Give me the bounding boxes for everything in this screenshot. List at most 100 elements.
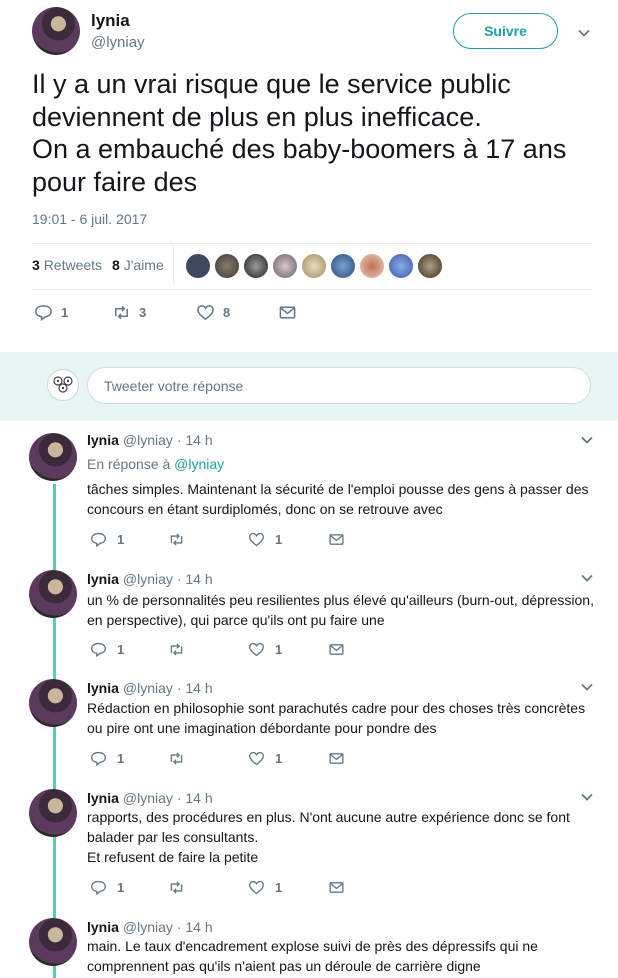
avatar[interactable] <box>360 254 384 278</box>
like-button[interactable]: 1 <box>248 641 328 658</box>
avatar[interactable] <box>29 789 77 837</box>
author-handle[interactable]: @lyniay <box>123 432 173 448</box>
heart-icon <box>197 305 214 321</box>
avatar[interactable] <box>418 254 442 278</box>
reply-header: lynia @lyniay · 14 h <box>87 432 213 448</box>
reply-time[interactable]: · 14 h <box>177 680 213 696</box>
reply-actions: 1 1 <box>90 531 345 548</box>
reply-header: lynia @lyniay · 14 h <box>87 790 213 806</box>
retweet-icon <box>115 305 128 320</box>
reply-time[interactable]: · 14 h <box>177 432 213 448</box>
author-name[interactable]: lynia <box>87 432 119 448</box>
chevron-down-icon[interactable] <box>580 680 594 694</box>
retweets-stat[interactable]: 3 Retweets <box>32 257 102 273</box>
chevron-down-icon[interactable] <box>577 26 591 40</box>
avatar[interactable] <box>29 433 77 481</box>
like-button[interactable]: 1 <box>248 531 328 548</box>
user-avatar-icon <box>53 376 73 393</box>
divider <box>32 289 592 290</box>
reply-icon <box>35 305 52 322</box>
reply-tweet[interactable]: lynia @lyniay · 14 h En réponse à @lyniay… <box>0 421 618 563</box>
envelope-icon <box>329 644 344 655</box>
likes-stat[interactable]: 8 J'aime <box>112 257 164 273</box>
main-tweet: lynia @lyniay Suivre Il y a un vrai risq… <box>0 0 618 352</box>
dm-button[interactable] <box>328 531 345 548</box>
reply-tweet[interactable]: lynia @lyniay · 14 h Rédaction en philoso… <box>0 672 618 782</box>
retweet-icon <box>170 643 183 656</box>
author-name[interactable]: lynia <box>91 11 130 31</box>
chevron-down-icon[interactable] <box>580 433 594 447</box>
follow-button[interactable]: Suivre <box>453 13 558 49</box>
author-handle[interactable]: @lyniay <box>91 34 145 51</box>
author-handle[interactable]: @lyniay <box>123 919 173 935</box>
reply-tweet[interactable]: lynia @lyniay · 14 h un % de personnalité… <box>0 563 618 672</box>
retweet-button[interactable] <box>168 750 248 767</box>
retweet-button[interactable]: 3 <box>112 303 196 322</box>
reply-icon <box>91 751 106 767</box>
author-handle[interactable]: @lyniay <box>123 790 173 806</box>
reply-text: main. Le taux d'encadrement explose suiv… <box>87 938 538 974</box>
envelope-icon <box>329 753 344 764</box>
avatar[interactable] <box>29 570 77 618</box>
avatar[interactable] <box>302 254 326 278</box>
reply-tweet[interactable]: lynia @lyniay · 14 h rapports, des procéd… <box>0 782 618 911</box>
reply-tweet[interactable]: lynia @lyniay · 14 h main. Le taux d'enca… <box>0 911 618 978</box>
retweet-button[interactable] <box>168 531 248 548</box>
envelope-icon <box>329 882 344 893</box>
author-name[interactable]: lynia <box>87 680 119 696</box>
reply-count: 1 <box>61 305 69 320</box>
reply-button[interactable]: 1 <box>90 531 168 548</box>
reply-button[interactable]: 1 <box>90 641 168 658</box>
reply-icon <box>91 880 106 896</box>
retweet-icon <box>170 752 183 765</box>
dm-button[interactable] <box>328 750 345 767</box>
like-count: 8 <box>223 305 231 320</box>
reply-time[interactable]: · 14 h <box>177 790 213 806</box>
author-name[interactable]: lynia <box>87 571 119 587</box>
avatar[interactable] <box>29 918 77 966</box>
avatar[interactable] <box>215 254 239 278</box>
avatar[interactable] <box>29 679 77 727</box>
avatar[interactable] <box>331 254 355 278</box>
reply-time[interactable]: · 14 h <box>177 919 213 935</box>
like-button[interactable]: 1 <box>248 750 328 767</box>
avatar <box>47 369 79 401</box>
like-button[interactable]: 1 <box>248 879 328 896</box>
author-name[interactable]: lynia <box>87 919 119 935</box>
author-handle[interactable]: @lyniay <box>123 571 173 587</box>
reply-actions: 1 1 <box>90 641 345 658</box>
dm-button[interactable] <box>278 303 297 322</box>
reply-button[interactable]: 1 <box>90 750 168 767</box>
author-name[interactable]: lynia <box>87 790 119 806</box>
reply-button[interactable]: 1 <box>34 303 112 322</box>
reply-time[interactable]: · 14 h <box>177 571 213 587</box>
retweet-button[interactable] <box>168 879 248 896</box>
avatar[interactable] <box>273 254 297 278</box>
avatar[interactable] <box>244 254 268 278</box>
chevron-down-icon[interactable] <box>580 571 594 585</box>
reply-header: lynia @lyniay · 14 h <box>87 680 213 696</box>
reply-text: Rédaction en philosophie sont parachutés… <box>87 700 586 736</box>
reply-header: lynia @lyniay · 14 h <box>87 919 213 935</box>
dm-button[interactable] <box>328 879 345 896</box>
reply-input[interactable]: Tweeter votre réponse <box>87 367 591 404</box>
tweet-actions: 1 3 8 <box>34 303 297 322</box>
chevron-down-icon[interactable] <box>580 790 594 804</box>
heart-icon <box>249 532 264 547</box>
tweet-timestamp[interactable]: 19:01 - 6 juil. 2017 <box>32 211 147 227</box>
avatar[interactable] <box>32 7 80 55</box>
reply-button[interactable]: 1 <box>90 879 168 896</box>
retweet-button[interactable] <box>168 641 248 658</box>
in-reply-handle-link[interactable]: @lyniay <box>174 456 224 472</box>
dm-button[interactable] <box>328 641 345 658</box>
reply-actions: 1 1 <box>90 879 345 896</box>
heart-icon <box>249 751 264 766</box>
author-handle[interactable]: @lyniay <box>123 680 173 696</box>
like-button[interactable]: 8 <box>196 303 278 322</box>
reply-composer: Tweeter votre réponse <box>0 352 618 421</box>
divider <box>32 243 592 244</box>
avatar[interactable] <box>186 254 210 278</box>
avatar[interactable] <box>389 254 413 278</box>
tweet-text: Il y a un vrai risque que le service pub… <box>32 69 567 197</box>
retweet-icon <box>170 533 183 546</box>
